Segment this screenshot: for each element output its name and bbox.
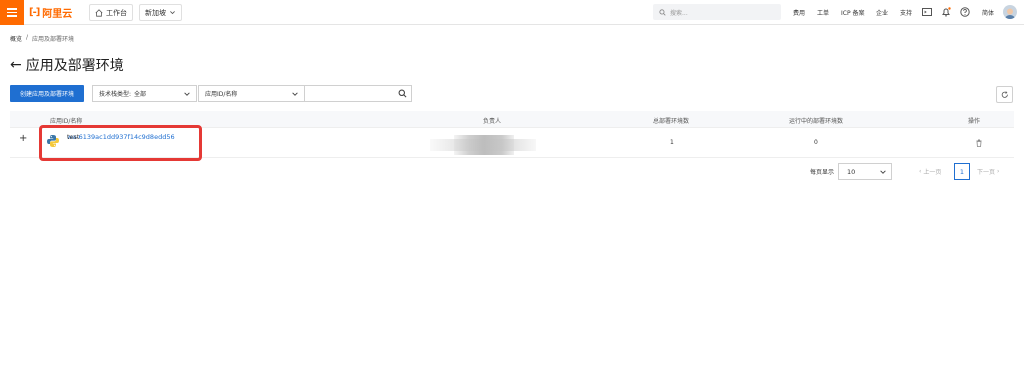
search-placeholder: 搜索... [670,9,688,17]
nav-link-billing[interactable]: 费用 [793,8,805,17]
nav-link-support[interactable]: 支持 [900,8,912,17]
highlight-annotation [39,125,202,161]
col-header-owner: 负责人 [483,118,502,125]
nav-link-icp[interactable]: ICP 备案 [841,8,865,17]
language-selector[interactable]: 简体 [982,8,994,17]
breadcrumb-separator: / [26,34,29,41]
tech-stack-select[interactable]: 技术栈类型: 全部 [92,85,197,102]
running-envs-cell: 0 [814,139,818,146]
refresh-button[interactable] [996,86,1013,103]
avatar[interactable] [1003,5,1017,19]
breadcrumb-current: 应用及部署环境 [32,36,75,43]
search-icon [659,8,666,16]
top-bar: [-] 阿里云 工作台 新加坡 搜索... 费用 工单 ICP 备案 企业 支持… [0,0,1024,25]
col-header-running-envs: 运行中的部署环境数 [789,118,844,125]
chevron-down-icon [292,92,298,96]
col-header-actions: 操作 [968,118,981,125]
per-page-label: 每页显示 [810,169,835,176]
logo-mark: [-] [29,7,40,18]
breadcrumb-home[interactable]: 概览 [10,34,22,43]
prev-page-button[interactable]: ‹ 上一页 [919,163,941,180]
prev-page-label: 上一页 [923,169,942,176]
chevron-down-icon [170,11,175,15]
bell-icon[interactable] [941,7,951,17]
tech-stack-label: 技术栈类型: [99,91,132,98]
create-app-button[interactable]: 创建应用及部署环境 [10,85,84,102]
region-selector[interactable]: 新加坡 [139,4,182,21]
page-size-value: 10 [847,167,856,176]
menu-icon[interactable] [0,0,24,25]
workbench-button[interactable]: 工作台 [89,4,133,21]
region-label: 新加坡 [145,8,166,17]
chevron-left-icon: ‹ [919,168,922,175]
refresh-icon [1001,90,1008,98]
terminal-icon[interactable] [922,7,932,17]
home-icon [95,8,103,17]
tech-stack-value: 全部 [134,91,147,98]
nav-link-enterprise[interactable]: 企业 [876,8,888,17]
breadcrumb: 概览 / 应用及部署环境 [10,34,74,43]
next-page-label: 下一页 [977,169,996,176]
help-icon[interactable] [960,7,970,17]
chevron-down-icon [184,92,190,96]
workbench-label: 工作台 [106,8,127,17]
back-arrow-icon[interactable]: ← [10,57,22,73]
redacted-owner-region [430,135,536,155]
page-title: ← 应用及部署环境 [10,55,124,75]
chevron-right-icon: › [997,168,1000,175]
chevron-down-icon [880,170,886,174]
search-type-value: 应用ID/名称 [205,91,238,98]
search-type-select[interactable]: 应用ID/名称 [198,85,305,102]
global-search-input[interactable]: 搜索... [653,4,781,20]
page-size-select[interactable]: 10 [838,163,892,180]
page-title-text: 应用及部署环境 [25,58,124,74]
logo[interactable]: [-] 阿里云 [29,6,73,20]
search-icon[interactable] [398,89,407,98]
app-search-input[interactable] [304,85,412,102]
trash-icon[interactable] [976,139,982,147]
col-header-total-envs: 总部署环境数 [653,118,690,125]
next-page-button[interactable]: 下一页 › [977,163,999,180]
logo-text: 阿里云 [42,9,73,20]
expand-row-button[interactable]: + [19,133,27,144]
page-number-current[interactable]: 1 [954,163,970,180]
nav-link-tickets[interactable]: 工单 [817,8,829,17]
total-envs-cell: 1 [670,139,674,146]
col-header-app: 应用ID/名称 [50,118,83,125]
